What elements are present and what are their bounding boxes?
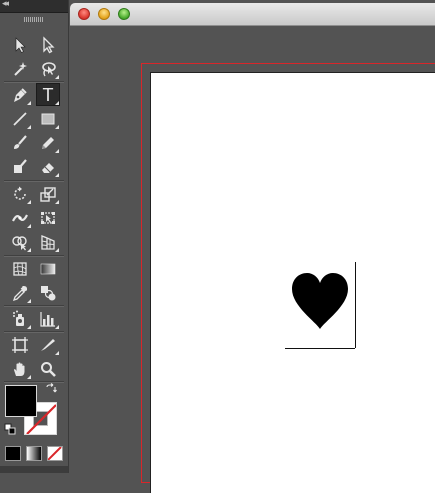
gradient-mode-button[interactable] [26,446,42,461]
blend-tool[interactable] [36,281,60,304]
eraser-icon [42,162,54,173]
type-icon: T [42,84,54,105]
magic-wand-tool[interactable] [8,57,32,80]
selection-tool[interactable] [8,33,32,56]
shape-builder-tool[interactable] [8,230,32,253]
tools-panel: ◂◂ T [0,0,69,473]
window-title-bar[interactable] [70,3,435,26]
blob-brush-icon [14,158,27,173]
line-segment-tool[interactable] [8,107,32,130]
hand-icon [14,362,25,376]
heart-artwork[interactable] [290,272,350,330]
tools-panel-header[interactable]: ◂◂ [0,0,68,13]
hand-tool[interactable] [8,357,32,380]
screen-mode-strip[interactable] [0,466,68,473]
eyedropper-icon [12,285,28,301]
eraser-tool[interactable] [36,155,60,178]
pencil-tool[interactable] [36,131,60,154]
rectangle-icon [41,113,55,124]
blend-icon [41,285,56,300]
magic-wand-icon [14,61,27,76]
zoom-tool[interactable] [36,357,60,380]
none-mode-button[interactable] [47,446,63,461]
mesh-tool[interactable] [8,257,32,280]
eyedropper-tool[interactable] [8,281,32,304]
minimize-window-button[interactable] [98,8,110,20]
perspective-grid-tool[interactable] [36,230,60,253]
rotate-tool[interactable] [8,182,32,205]
color-mode-button[interactable] [5,446,21,461]
lasso-tool[interactable] [36,57,60,80]
column-graph-tool[interactable] [36,307,60,330]
zoom-icon [41,361,56,377]
scale-tool[interactable] [36,182,60,205]
pen-tool[interactable] [8,83,32,106]
zoom-window-button[interactable] [118,8,130,20]
slice-icon [41,338,55,351]
none-slash-icon [48,447,62,460]
perspective-grid-icon [41,234,55,250]
lasso-icon [42,61,56,76]
type-tool[interactable]: T [36,83,60,106]
artboard-tool[interactable] [8,333,32,356]
paintbrush-icon [14,134,27,149]
symbol-sprayer-tool[interactable] [8,307,32,330]
blob-brush-tool[interactable] [8,155,32,178]
text-area-edge-vertical [355,262,356,348]
collapse-panel-icon[interactable]: ◂◂ [2,0,9,9]
scale-icon [40,186,56,202]
gradient-tool[interactable] [36,257,60,280]
slice-tool[interactable] [36,333,60,356]
direct-selection-arrow-icon [43,35,55,53]
fill-color-swatch[interactable] [5,385,37,417]
artboard-icon [12,336,28,353]
width-icon [12,213,28,222]
column-graph-icon [40,311,55,327]
pen-icon [14,87,27,102]
paintbrush-tool[interactable] [8,131,32,154]
free-transform-icon [41,211,55,224]
shape-builder-icon [12,235,27,250]
mesh-icon [13,261,27,276]
close-window-button[interactable] [78,8,90,20]
free-transform-tool[interactable] [36,206,60,229]
selection-arrow-icon [15,36,26,53]
panel-grip[interactable] [0,14,68,24]
symbol-sprayer-icon [13,310,24,326]
document-window [70,3,435,493]
artboard[interactable] [150,72,435,493]
line-icon [13,111,27,126]
width-tool[interactable] [8,206,32,229]
gradient-icon [40,263,56,274]
text-area-edge-horizontal [285,348,355,349]
direct-selection-tool[interactable] [36,33,60,56]
pencil-icon [42,136,54,149]
swap-fill-stroke-icon[interactable] [45,383,57,395]
default-colors-icon[interactable] [4,423,16,435]
rotate-icon [14,186,26,200]
rectangle-tool[interactable] [36,107,60,130]
